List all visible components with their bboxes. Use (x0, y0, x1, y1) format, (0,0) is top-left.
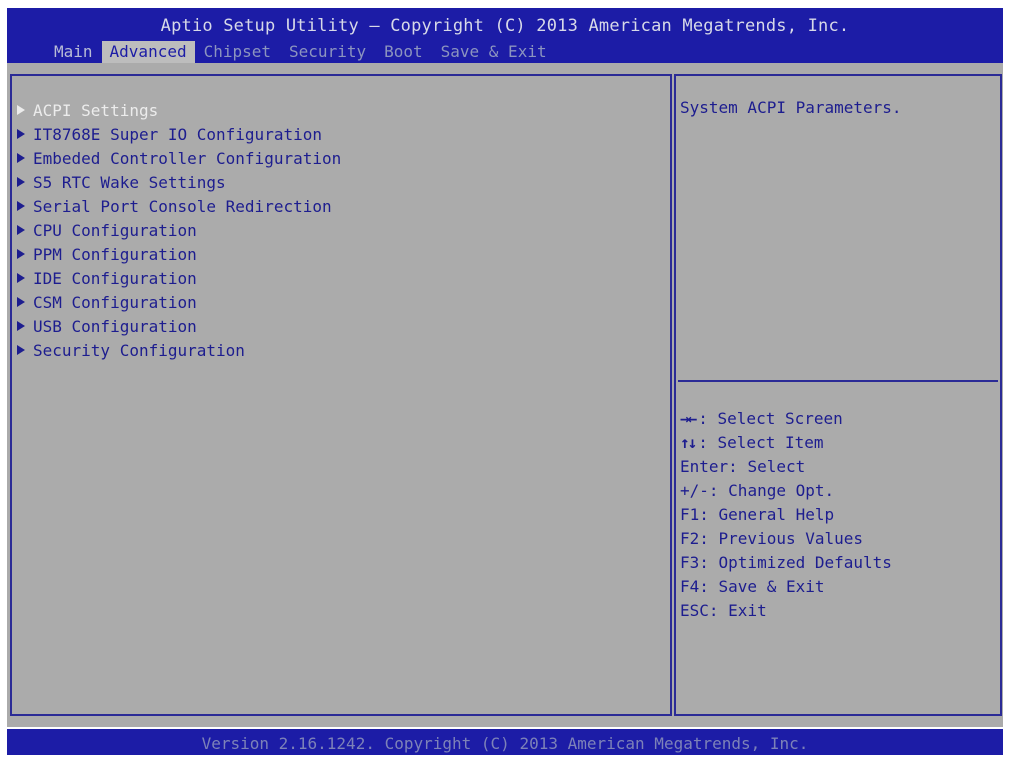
submenu-arrow-icon (17, 345, 25, 355)
submenu-arrow-icon (17, 177, 25, 187)
key-legend-row: Enter: Select (680, 455, 892, 479)
menu-item-security-configuration[interactable]: Security Configuration (16, 338, 341, 362)
main-area: ACPI Settings IT8768E Super IO Configura… (7, 63, 1003, 727)
menu-item-label: CSM Configuration (33, 292, 197, 312)
menu-item-acpi-settings[interactable]: ACPI Settings (16, 98, 341, 122)
key-legend-row: ↑↓: Select Item (680, 431, 892, 455)
key-legend-key: +/- (680, 481, 709, 500)
menu-item-ppm-configuration[interactable]: PPM Configuration (16, 242, 341, 266)
submenu-arrow-icon (17, 129, 25, 139)
key-legend-row: F2: Previous Values (680, 527, 892, 551)
submenu-arrow-icon (17, 105, 25, 115)
key-legend-key: F1 (680, 505, 700, 524)
menu-item-label: USB Configuration (33, 316, 197, 336)
tab-chipset[interactable]: Chipset (195, 41, 280, 63)
key-legend: →←: Select Screen ↑↓: Select Item Enter:… (680, 407, 892, 623)
key-legend-key: ESC (680, 601, 709, 620)
menu-item-serial-port-console-redirection[interactable]: Serial Port Console Redirection (16, 194, 341, 218)
key-legend-text: : Select (728, 457, 806, 476)
menu-item-label: Security Configuration (33, 340, 245, 360)
submenu-arrow-icon (17, 321, 25, 331)
key-legend-text: : Change Opt. (708, 481, 835, 500)
menu-item-embedded-controller-configuration[interactable]: Embeded Controller Configuration (16, 146, 341, 170)
menu-item-s5-rtc-wake-settings[interactable]: S5 RTC Wake Settings (16, 170, 341, 194)
menu-list: ACPI Settings IT8768E Super IO Configura… (16, 98, 341, 362)
menu-item-label: ACPI Settings (33, 100, 159, 120)
key-legend-text: : Exit (708, 601, 767, 620)
menu-item-label: PPM Configuration (33, 244, 197, 264)
menu-item-csm-configuration[interactable]: CSM Configuration (16, 290, 341, 314)
key-legend-row: F3: Optimized Defaults (680, 551, 892, 575)
menu-item-label: Serial Port Console Redirection (33, 196, 332, 216)
key-legend-text: : Optimized Defaults (699, 553, 892, 572)
submenu-arrow-icon (17, 153, 25, 163)
key-legend-text: : Select Item (698, 433, 824, 452)
tab-save-exit[interactable]: Save & Exit (432, 41, 556, 63)
key-legend-text: : General Help (699, 505, 835, 524)
key-legend-row: +/-: Change Opt. (680, 479, 892, 503)
menu-item-ide-configuration[interactable]: IDE Configuration (16, 266, 341, 290)
menu-item-label: IT8768E Super IO Configuration (33, 124, 322, 144)
menu-item-label: S5 RTC Wake Settings (33, 172, 226, 192)
up-down-arrows-icon: ↑↓ (680, 433, 697, 452)
key-legend-key: F3 (680, 553, 700, 572)
tab-main[interactable]: Main (45, 41, 102, 63)
tab-security[interactable]: Security (280, 41, 375, 63)
menu-item-label: CPU Configuration (33, 220, 197, 240)
key-legend-key: F2 (680, 529, 700, 548)
key-legend-key: Enter (680, 457, 729, 476)
version-footer: Version 2.16.1242. Copyright (C) 2013 Am… (7, 729, 1003, 755)
key-legend-row: →←: Select Screen (680, 407, 892, 431)
key-legend-text: : Select Screen (698, 409, 843, 428)
key-legend-row: ESC: Exit (680, 599, 892, 623)
key-legend-text: : Save & Exit (699, 577, 825, 596)
tab-bar: Main Advanced Chipset Security Boot Save… (45, 41, 556, 63)
submenu-arrow-icon (17, 297, 25, 307)
submenu-arrow-icon (17, 273, 25, 283)
menu-item-label: Embeded Controller Configuration (33, 148, 342, 168)
menu-pane: ACPI Settings IT8768E Super IO Configura… (10, 74, 672, 716)
left-right-arrows-icon: →← (680, 409, 697, 428)
submenu-arrow-icon (17, 249, 25, 259)
window-title: Aptio Setup Utility – Copyright (C) 2013… (160, 16, 850, 36)
submenu-arrow-icon (17, 225, 25, 235)
key-legend-text: : Previous Values (699, 529, 864, 548)
help-divider (678, 380, 998, 382)
menu-item-cpu-configuration[interactable]: CPU Configuration (16, 218, 341, 242)
tab-advanced[interactable]: Advanced (101, 41, 195, 63)
submenu-arrow-icon (17, 201, 25, 211)
menu-item-super-io-configuration[interactable]: IT8768E Super IO Configuration (16, 122, 341, 146)
help-description: System ACPI Parameters. (680, 98, 902, 117)
title-bar: Aptio Setup Utility – Copyright (C) 2013… (7, 8, 1003, 63)
help-pane: System ACPI Parameters. →←: Select Scree… (674, 74, 1002, 716)
key-legend-key: F4 (680, 577, 700, 596)
tab-boot[interactable]: Boot (375, 41, 432, 63)
key-legend-row: F1: General Help (680, 503, 892, 527)
menu-item-usb-configuration[interactable]: USB Configuration (16, 314, 341, 338)
key-legend-row: F4: Save & Exit (680, 575, 892, 599)
menu-item-label: IDE Configuration (33, 268, 197, 288)
